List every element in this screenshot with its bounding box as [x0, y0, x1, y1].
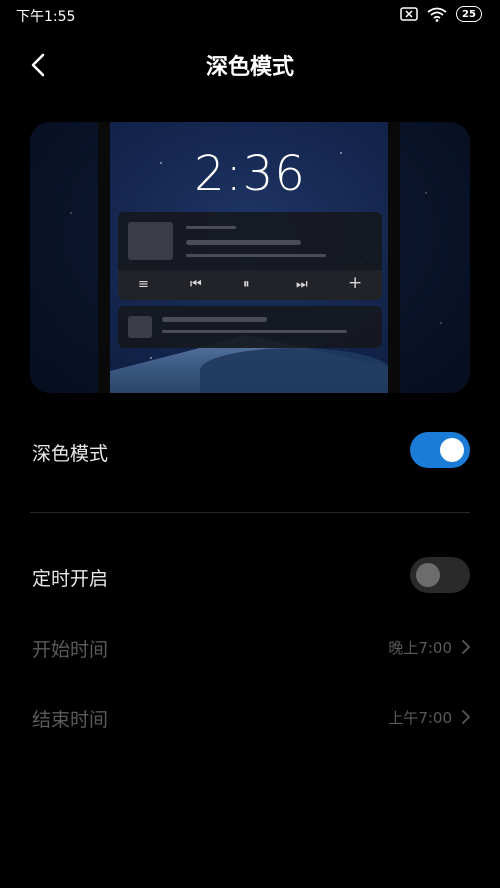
- schedule-label: 定时开启: [32, 568, 109, 590]
- wallpaper-hill: [200, 348, 390, 393]
- notification-thumb: [128, 316, 152, 338]
- toggle-knob: [440, 438, 464, 462]
- dark-mode-preview: 2:36 ≡ ⏮ ⏸ ⏭ +: [30, 122, 470, 393]
- screen: 下午1:55 25 深色模式 2:36 ≡ ⏮ ⏸ ⏭ + 深色模式 定时开启 …: [0, 0, 500, 888]
- playlist-icon: ≡: [138, 277, 149, 292]
- status-time: 下午1:55: [16, 9, 76, 25]
- schedule-toggle[interactable]: [410, 557, 470, 593]
- status-bar: 下午1:55 25: [0, 0, 500, 30]
- text-placeholder: [186, 226, 236, 229]
- pause-icon: ⏸: [243, 277, 250, 292]
- schedule-row[interactable]: 定时开启: [0, 546, 500, 606]
- dark-mode-row[interactable]: 深色模式: [0, 421, 500, 481]
- status-icons: 25: [400, 6, 482, 22]
- wifi-icon: [427, 7, 447, 22]
- plus-icon: +: [348, 273, 363, 293]
- sim-error-icon: [400, 7, 418, 21]
- next-icon: ⏭: [296, 277, 308, 292]
- media-controls: ≡ ⏮ ⏸ ⏭ +: [118, 270, 382, 300]
- album-art: [128, 222, 173, 260]
- start-time-value: 晚上7:00: [388, 639, 452, 657]
- chevron-right-icon: [462, 710, 470, 724]
- notification-card: [118, 306, 382, 348]
- previous-icon: ⏮: [190, 277, 202, 292]
- text-placeholder: [162, 330, 347, 333]
- end-time-row[interactable]: 结束时间 上午7:00: [0, 687, 500, 747]
- toggle-knob: [416, 563, 440, 587]
- text-placeholder: [162, 317, 267, 322]
- divider: [30, 512, 470, 513]
- page-title: 深色模式: [205, 55, 294, 80]
- end-time-label: 结束时间: [32, 709, 109, 731]
- battery-indicator: 25: [456, 6, 482, 22]
- end-time-value: 上午7:00: [388, 709, 452, 727]
- dark-mode-label: 深色模式: [32, 443, 109, 465]
- start-time-label: 开始时间: [32, 639, 109, 661]
- start-time-row[interactable]: 开始时间 晚上7:00: [0, 617, 500, 677]
- dark-mode-toggle[interactable]: [410, 432, 470, 468]
- text-placeholder: [186, 240, 301, 245]
- chevron-right-icon: [462, 640, 470, 654]
- text-placeholder: [186, 254, 326, 257]
- lockscreen-clock: 2:36: [194, 146, 306, 202]
- media-notification-card: ≡ ⏮ ⏸ ⏭ +: [118, 212, 382, 300]
